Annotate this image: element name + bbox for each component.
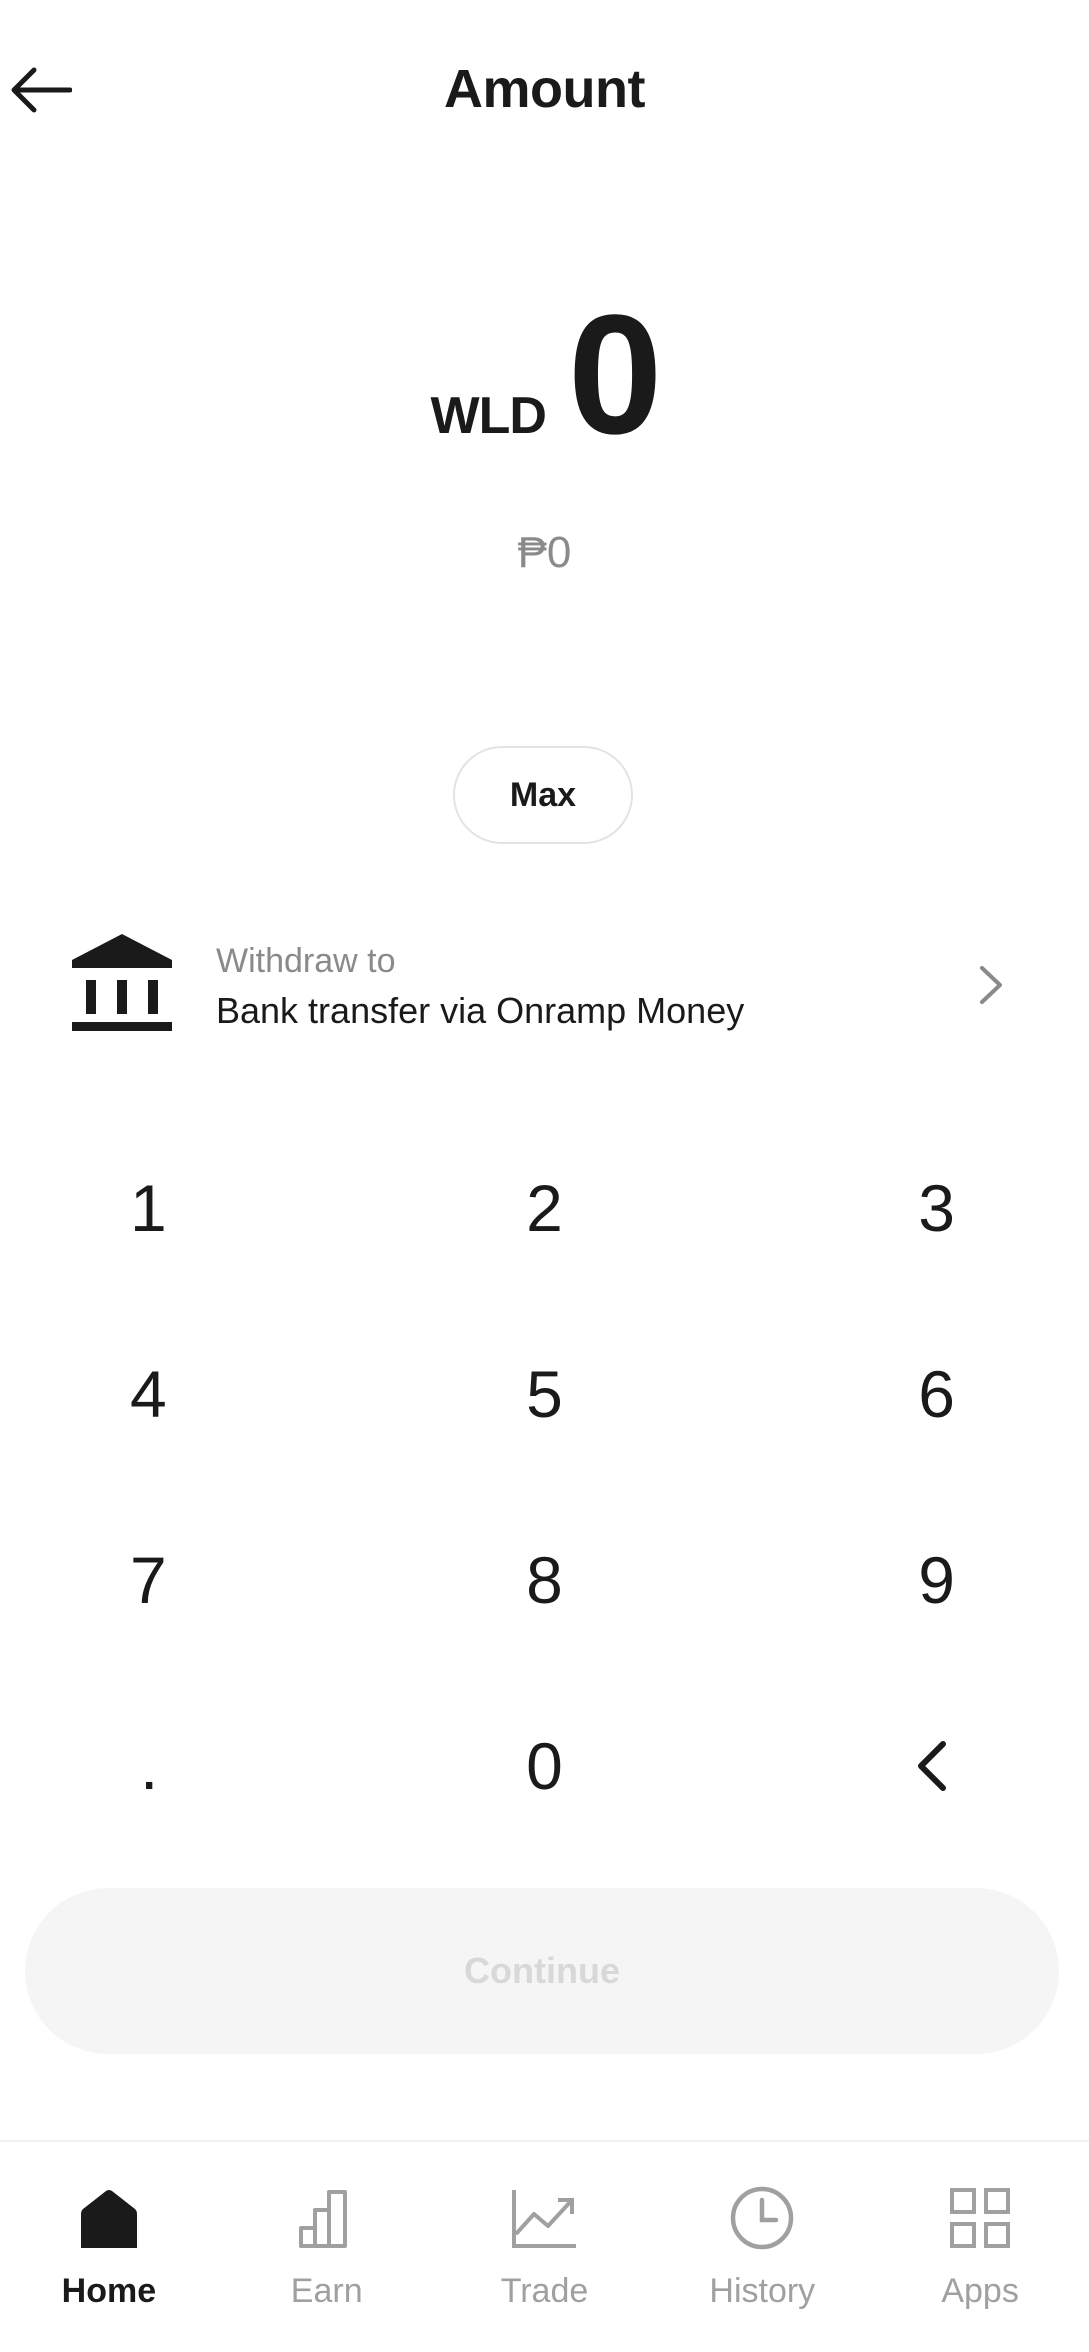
max-button[interactable]: Max (453, 746, 633, 844)
key-6[interactable]: 6 (726, 1301, 1089, 1487)
continue-button[interactable]: Continue (25, 1888, 1059, 2054)
bottom-tab-bar: Home Earn Trade History Apps (0, 2140, 1089, 2352)
bank-icon (72, 934, 172, 1031)
amount-value: 0 (567, 280, 663, 470)
amount-currency: WLD (430, 387, 547, 445)
bar-chart-icon (298, 2190, 347, 2248)
numeric-keypad: 1 2 3 4 5 6 7 8 9 . 0 (0, 1115, 1089, 1859)
page-title: Amount (444, 59, 645, 119)
key-8[interactable]: 8 (363, 1487, 726, 1673)
tab-home[interactable]: Home (0, 2142, 218, 2352)
tab-apps[interactable]: Apps (871, 2142, 1089, 2352)
backspace-chevron-icon (918, 1741, 946, 1791)
withdraw-method: Bank transfer via Onramp Money (216, 990, 745, 1031)
tab-history-label: History (709, 2272, 816, 2310)
key-7[interactable]: 7 (0, 1487, 363, 1673)
withdraw-destination-row[interactable]: Withdraw to Bank transfer via Onramp Mon… (0, 920, 1089, 1050)
withdraw-label: Withdraw to (216, 942, 396, 980)
tab-trade-label: Trade (500, 2272, 589, 2310)
trend-chart-icon (512, 2190, 577, 2248)
tab-history[interactable]: History (653, 2142, 871, 2352)
tab-trade[interactable]: Trade (436, 2142, 654, 2352)
key-4[interactable]: 4 (0, 1301, 363, 1487)
key-decimal[interactable]: . (0, 1673, 363, 1859)
home-icon (80, 2190, 137, 2248)
key-1[interactable]: 1 (0, 1115, 363, 1301)
header: Amount (0, 0, 1089, 190)
key-5[interactable]: 5 (363, 1301, 726, 1487)
tab-home-label: Home (61, 2272, 157, 2310)
tab-earn[interactable]: Earn (218, 2142, 436, 2352)
tab-earn-label: Earn (290, 2272, 363, 2310)
key-9[interactable]: 9 (726, 1487, 1089, 1673)
clock-icon (731, 2186, 794, 2250)
apps-grid-icon (950, 2188, 1011, 2248)
chevron-right-icon (980, 966, 1002, 1004)
amount-display: WLD 0 (0, 290, 1089, 460)
key-3[interactable]: 3 (726, 1115, 1089, 1301)
key-0[interactable]: 0 (363, 1673, 726, 1859)
key-backspace[interactable] (726, 1673, 1089, 1859)
fiat-equivalent: ₱0 (517, 528, 572, 577)
tab-apps-label: Apps (941, 2272, 1019, 2310)
key-2[interactable]: 2 (363, 1115, 726, 1301)
